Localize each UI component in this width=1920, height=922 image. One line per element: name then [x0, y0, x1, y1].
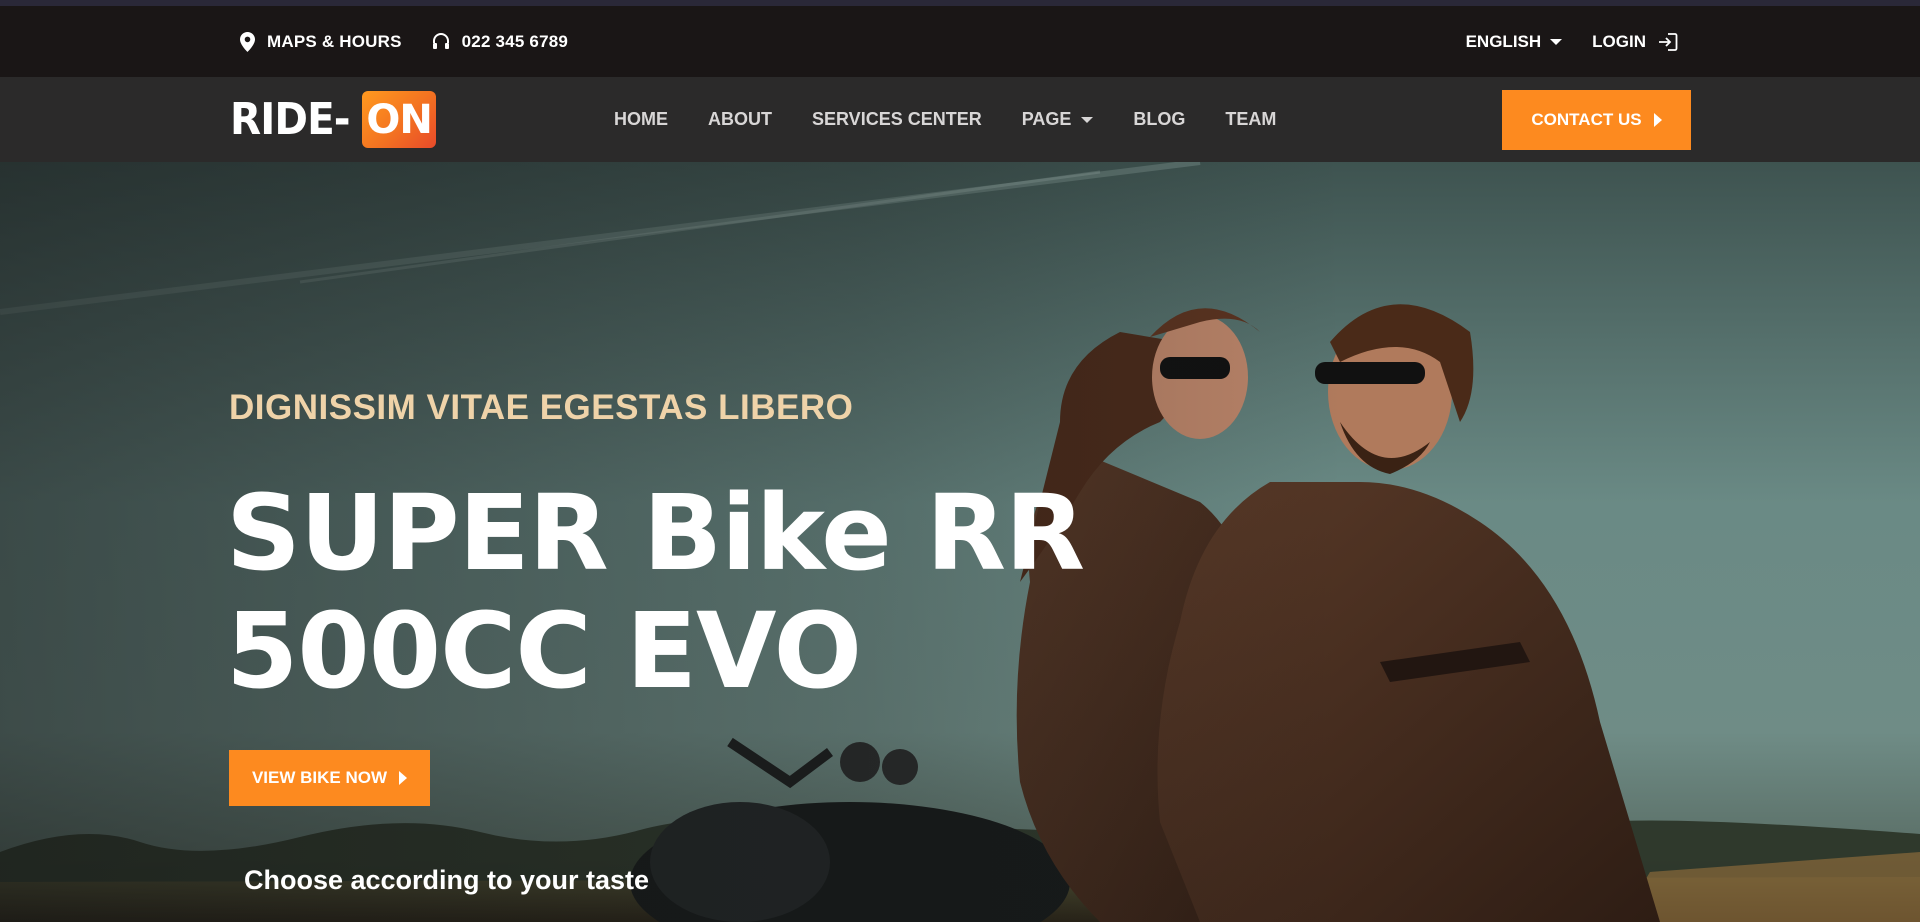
- nav-item-about[interactable]: ABOUT: [708, 109, 772, 130]
- login-label: LOGIN: [1592, 31, 1646, 51]
- caret-down-icon: [1550, 38, 1563, 45]
- hero-headline-line-1: SUPER Bike RR: [226, 472, 1085, 594]
- utility-bar-right: ENGLISH LOGIN: [1466, 6, 1678, 77]
- login-icon: [1659, 32, 1678, 51]
- contact-us-button[interactable]: CONTACT US: [1502, 90, 1691, 150]
- maps-hours-label: MAPS & HOURS: [267, 31, 402, 51]
- caret-down-icon: [1081, 116, 1094, 123]
- nav-item-home[interactable]: HOME: [614, 109, 668, 130]
- logo-badge-on: ON: [362, 91, 437, 148]
- nav-item-services-center[interactable]: SERVICES CENTER: [812, 109, 982, 130]
- nav-item-team[interactable]: TEAM: [1225, 109, 1276, 130]
- language-dropdown[interactable]: ENGLISH: [1466, 32, 1563, 52]
- nav-item-page[interactable]: PAGE: [1022, 109, 1094, 130]
- hero-headline: SUPER Bike RR 500CC EVO: [226, 472, 1085, 712]
- hero-headline-line-2: 500CC EVO: [226, 590, 862, 712]
- login-link[interactable]: LOGIN: [1592, 32, 1678, 52]
- logo-text-ride: RIDE-: [230, 94, 351, 145]
- nav-item-blog[interactable]: BLOG: [1133, 109, 1185, 130]
- primary-nav: HOME ABOUT SERVICES CENTER PAGE BLOG TEA…: [614, 77, 1316, 162]
- hero-banner: DIGNISSIM VITAE EGESTAS LIBERO SUPER Bik…: [0, 162, 1920, 922]
- play-arrow-icon: [399, 771, 408, 785]
- language-label: ENGLISH: [1465, 31, 1542, 51]
- hero-kicker: DIGNISSIM VITAE EGESTAS LIBERO: [229, 388, 854, 427]
- main-navbar: RIDE- ON HOME ABOUT SERVICES CENTER PAGE…: [0, 77, 1920, 162]
- utility-bar: MAPS & HOURS 022 345 6789 ENGLISH LOGIN: [0, 6, 1920, 77]
- phone-number: 022 345 6789: [461, 31, 569, 51]
- phone-link[interactable]: 022 345 6789: [432, 32, 568, 52]
- maps-hours-link[interactable]: MAPS & HOURS: [240, 31, 402, 52]
- contact-us-label: CONTACT US: [1531, 110, 1642, 129]
- play-arrow-icon: [1653, 113, 1662, 127]
- view-bike-now-label: VIEW BIKE NOW: [251, 768, 388, 787]
- view-bike-now-button[interactable]: VIEW BIKE NOW: [229, 750, 430, 806]
- brand-logo[interactable]: RIDE- ON: [230, 91, 437, 148]
- hero-tagline: Choose according to your taste: [244, 865, 650, 895]
- map-pin-icon: [240, 31, 255, 52]
- headphones-icon: [432, 33, 449, 49]
- utility-bar-left: MAPS & HOURS 022 345 6789: [240, 6, 568, 77]
- nav-item-page-label: PAGE: [1021, 109, 1072, 129]
